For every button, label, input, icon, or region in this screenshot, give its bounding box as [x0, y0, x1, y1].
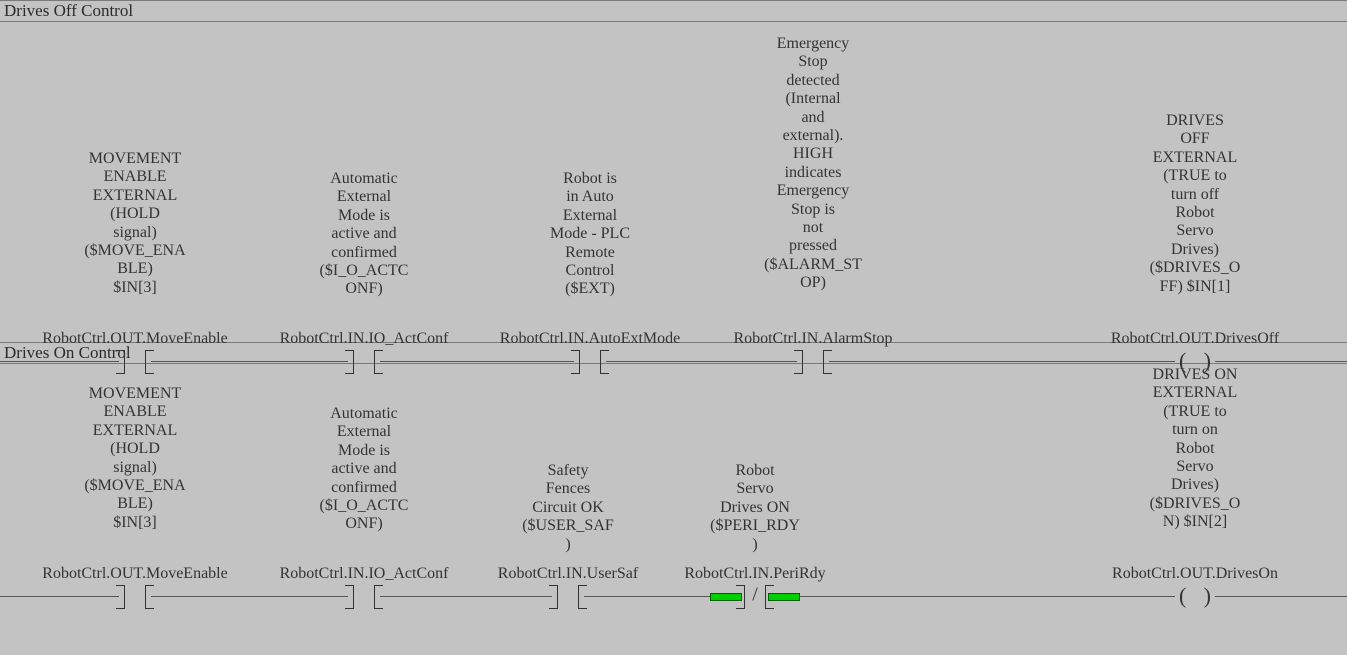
- energized-indicator: [710, 593, 742, 601]
- instruction-comment: Robot is in Auto External Mode - PLC Rem…: [510, 170, 670, 299]
- instruction-tag: RobotCtrl.OUT.DrivesOn: [1045, 565, 1345, 583]
- rung-title: Drives Off Control: [0, 0, 1347, 22]
- instruction-tag: RobotCtrl.IN.AlarmStop: [663, 330, 963, 348]
- contact-normally-open[interactable]: [339, 585, 389, 607]
- output-coil[interactable]: (): [1165, 585, 1225, 607]
- rail-segment: [151, 361, 348, 362]
- rung-1: Drives On ControlMOVEMENT ENABLE EXTERNA…: [0, 342, 1347, 644]
- rail-segment: [1215, 596, 1347, 597]
- rail-segment: [0, 361, 119, 362]
- rung-body: MOVEMENT ENABLE EXTERNAL (HOLD signal) (…: [0, 22, 1347, 342]
- paren-left-icon: (: [1179, 585, 1186, 607]
- rung-0: Drives Off Control MOVEMENT ENABLE EXTERN…: [0, 0, 1347, 342]
- rail-segment: [380, 361, 574, 362]
- rail-segment: [0, 596, 119, 597]
- instruction-comment: DRIVES ON EXTERNAL (TRUE to turn on Robo…: [1110, 366, 1280, 532]
- contact-normally-open[interactable]: [543, 585, 593, 607]
- rail-segment: [1215, 361, 1347, 362]
- instruction-comment: MOVEMENT ENABLE EXTERNAL (HOLD signal) (…: [55, 150, 215, 297]
- instruction-tag: RobotCtrl.OUT.DrivesOff: [1045, 330, 1345, 348]
- instruction-comment: Automatic External Mode is active and co…: [284, 170, 444, 299]
- instruction-comment: Robot Servo Drives ON ($PERI_RDY ): [665, 462, 845, 554]
- rail-segment: [771, 596, 1175, 597]
- instruction-comment: DRIVES OFF EXTERNAL (TRUE to turn off Ro…: [1115, 112, 1275, 296]
- paren-right-icon: ): [1204, 585, 1211, 607]
- instruction-comment: Safety Fences Circuit OK ($USER_SAF ): [488, 462, 648, 554]
- instruction-comment: Emergency Stop detected (Internal and ex…: [733, 35, 893, 292]
- energized-indicator: [768, 593, 800, 601]
- instruction-comment: Automatic External Mode is active and co…: [284, 405, 444, 534]
- rail-segment: [829, 361, 1175, 362]
- rail-segment: [151, 596, 348, 597]
- rail-segment: [380, 596, 552, 597]
- slash-icon: /: [752, 583, 758, 606]
- rail-segment: [606, 361, 797, 362]
- instruction-comment: MOVEMENT ENABLE EXTERNAL (HOLD signal) (…: [55, 385, 215, 532]
- rung-body: MOVEMENT ENABLE EXTERNAL (HOLD signal) (…: [0, 364, 1347, 644]
- instruction-tag: RobotCtrl.IN.PeriRdy: [605, 565, 905, 583]
- contact-normally-open[interactable]: [110, 585, 160, 607]
